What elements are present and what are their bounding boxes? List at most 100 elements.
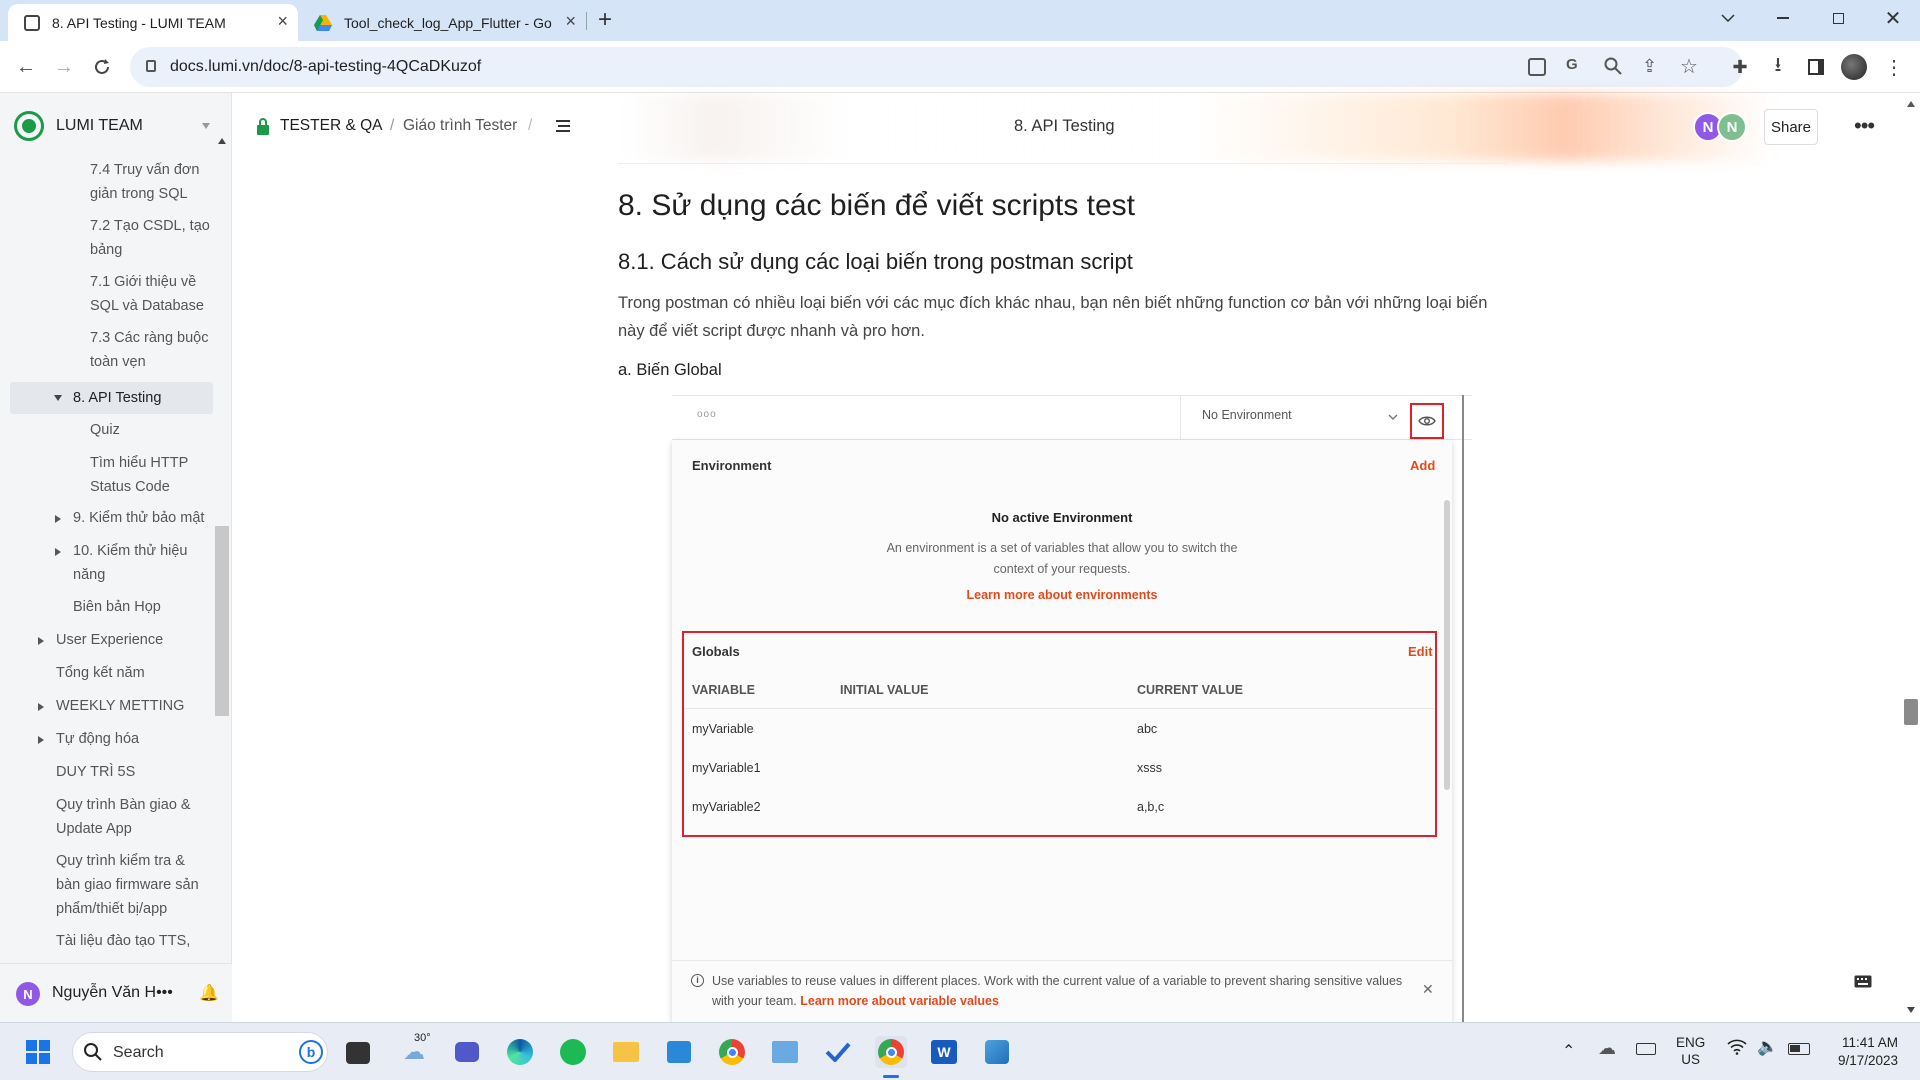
- bookmark-star-icon[interactable]: ☆: [1680, 54, 1698, 79]
- todo-icon[interactable]: [822, 1036, 854, 1068]
- environment-quick-look-panel: Environment Add No active Environment An…: [672, 440, 1452, 1022]
- zoom-icon[interactable]: [1604, 57, 1622, 75]
- sidebar-item[interactable]: User Experience: [56, 628, 163, 652]
- sidebar-item[interactable]: 7.2 Tạo CSDL, tạo bảng: [90, 214, 210, 262]
- sidebar-item[interactable]: 7.3 Các ràng buộc toàn vẹn: [90, 326, 210, 374]
- weather-icon[interactable]: ☁ 30°: [398, 1032, 431, 1068]
- sidebar-item-label: Tài liệu đào tạo TTS,: [56, 933, 191, 949]
- battery-icon[interactable]: [1788, 1043, 1810, 1055]
- search-icon: [83, 1042, 103, 1062]
- tab-search-icon[interactable]: [1705, 0, 1751, 36]
- table-of-contents-icon[interactable]: [556, 119, 570, 133]
- chrome-active-icon[interactable]: [875, 1036, 907, 1068]
- browser-tab-active[interactable]: 8. API Testing - LUMI TEAM ×: [8, 4, 298, 41]
- microsoft-store-icon[interactable]: [663, 1036, 695, 1068]
- chrome-icon[interactable]: [716, 1036, 748, 1068]
- sidebar-item[interactable]: 9. Kiểm thử bảo mật: [73, 506, 213, 530]
- page-scrollbar[interactable]: [1902, 93, 1920, 1022]
- clock[interactable]: 11:41 AM 9/17/2023: [1830, 1034, 1898, 1070]
- photos-icon[interactable]: [769, 1036, 801, 1068]
- restore-icon[interactable]: [1815, 0, 1861, 36]
- sidebar-item[interactable]: Tổng kết năm: [56, 661, 145, 685]
- extensions-icon[interactable]: ✚: [1726, 53, 1754, 81]
- windows-start-icon[interactable]: [22, 1036, 54, 1068]
- team-dropdown-icon[interactable]: [202, 123, 210, 129]
- new-tab-icon[interactable]: +: [598, 6, 612, 34]
- browser-tab[interactable]: Tool_check_log_App_Flutter - Go ×: [300, 4, 586, 41]
- sidebar-item[interactable]: 7.4 Truy vấn đơn giản trong SQL: [90, 158, 210, 206]
- more-options-icon[interactable]: •••: [1854, 113, 1875, 139]
- language-indicator[interactable]: ENG US: [1676, 1034, 1705, 1068]
- notification-bell-icon[interactable]: 🔔: [199, 983, 219, 1003]
- reload-icon[interactable]: [88, 53, 116, 81]
- profile-avatar[interactable]: [1840, 53, 1868, 81]
- sidebar-item[interactable]: DUY TRÌ 5S: [56, 760, 135, 784]
- collapse-icon[interactable]: [55, 548, 61, 556]
- teams-meet-icon[interactable]: [451, 1036, 483, 1068]
- sidebar-item-api-testing[interactable]: 8. API Testing: [10, 382, 213, 414]
- onedrive-icon[interactable]: ☁: [1598, 1038, 1616, 1059]
- team-switcher[interactable]: LUMI TEAM: [14, 111, 143, 141]
- sidebar-item[interactable]: Quy trình kiểm tra & bàn giao firmware s…: [56, 849, 211, 921]
- keyboard-layout-icon[interactable]: [1636, 1043, 1656, 1055]
- team-logo-icon: [14, 111, 44, 141]
- spotify-icon[interactable]: [557, 1036, 589, 1068]
- sidebar-scroll-thumb[interactable]: [215, 526, 229, 716]
- file-explorer-icon[interactable]: [610, 1036, 642, 1068]
- expand-icon[interactable]: [54, 395, 62, 401]
- site-info-icon[interactable]: [146, 60, 156, 72]
- breadcrumb-document[interactable]: Giáo trình Tester: [403, 117, 517, 135]
- sidebar-item-label: Quy trình kiểm tra & bàn giao firmware s…: [56, 853, 199, 917]
- scroll-up-icon[interactable]: [1907, 101, 1915, 107]
- translate-icon[interactable]: G: [1566, 56, 1578, 73]
- var-current-cell: a,b,c: [1137, 800, 1165, 814]
- collapse-icon[interactable]: [38, 736, 44, 744]
- sidebar-item[interactable]: Quy trình Bàn giao & Update App: [56, 793, 206, 841]
- sidebar-scrollbar[interactable]: [215, 133, 229, 988]
- sidebar-item[interactable]: 10. Kiểm thử hiệu năng: [73, 539, 203, 587]
- show-hidden-icons[interactable]: ⌃: [1562, 1041, 1575, 1061]
- page-scroll-thumb[interactable]: [1904, 699, 1918, 725]
- share-page-icon[interactable]: ⇪: [1642, 56, 1657, 77]
- install-app-icon[interactable]: [1528, 58, 1546, 76]
- collaborator-avatar[interactable]: N: [1717, 112, 1747, 142]
- sidebar-item[interactable]: Biên bản Họp: [73, 595, 161, 619]
- banner-bottom-line: [618, 163, 1508, 164]
- minimize-icon[interactable]: [1760, 0, 1806, 36]
- sidebar-item[interactable]: Tài liệu đào tạo TTS,: [56, 929, 206, 953]
- wifi-icon[interactable]: [1727, 1039, 1747, 1055]
- snipping-tool-icon[interactable]: [981, 1036, 1013, 1068]
- collapse-icon[interactable]: [38, 637, 44, 645]
- collapse-icon[interactable]: [55, 515, 61, 523]
- var-name-cell: myVariable: [692, 722, 754, 736]
- word-icon[interactable]: W: [928, 1036, 960, 1068]
- share-button[interactable]: Share: [1764, 109, 1818, 145]
- scroll-up-icon[interactable]: [218, 138, 226, 144]
- taskbar-search[interactable]: Search b: [72, 1032, 328, 1072]
- collapse-icon[interactable]: [38, 703, 44, 711]
- scroll-down-icon[interactable]: [1907, 1007, 1915, 1013]
- task-view-icon[interactable]: [346, 1042, 370, 1064]
- edge-icon[interactable]: [504, 1036, 536, 1068]
- browser-menu-icon[interactable]: ⋮: [1880, 53, 1908, 81]
- var-name-cell: myVariable2: [692, 800, 761, 814]
- address-bar[interactable]: docs.lumi.vn/doc/8-api-testing-4QCaDKuzo…: [130, 47, 1743, 87]
- downloads-icon[interactable]: ⭳: [1764, 53, 1792, 81]
- sidebar-item[interactable]: 7.1 Giới thiệu về SQL và Database: [90, 270, 210, 318]
- sidebar-item[interactable]: WEEKLY METTING: [56, 694, 184, 718]
- sidebar-item[interactable]: Tìm hiểu HTTP Status Code: [90, 451, 210, 499]
- heading-3: a. Biến Global: [618, 361, 722, 379]
- breadcrumb-collection[interactable]: TESTER & QA: [280, 117, 383, 135]
- close-tab-icon[interactable]: ×: [565, 12, 576, 30]
- back-icon[interactable]: ←: [12, 53, 40, 81]
- sidebar-user-footer[interactable]: N Nguyễn Văn H••• 🔔: [0, 963, 232, 1022]
- side-panel-icon[interactable]: [1802, 53, 1830, 81]
- keyboard-icon[interactable]: [1854, 975, 1872, 988]
- sidebar-item[interactable]: Quiz: [90, 418, 120, 442]
- close-tab-icon[interactable]: ×: [277, 12, 288, 30]
- sidebar-item[interactable]: Tự động hóa: [56, 727, 139, 751]
- no-env-desc: An environment is a set of variables tha…: [886, 541, 1238, 576]
- close-window-icon[interactable]: ✕: [1870, 0, 1916, 36]
- forward-icon[interactable]: →: [50, 53, 78, 81]
- volume-icon[interactable]: 🔈: [1757, 1037, 1778, 1057]
